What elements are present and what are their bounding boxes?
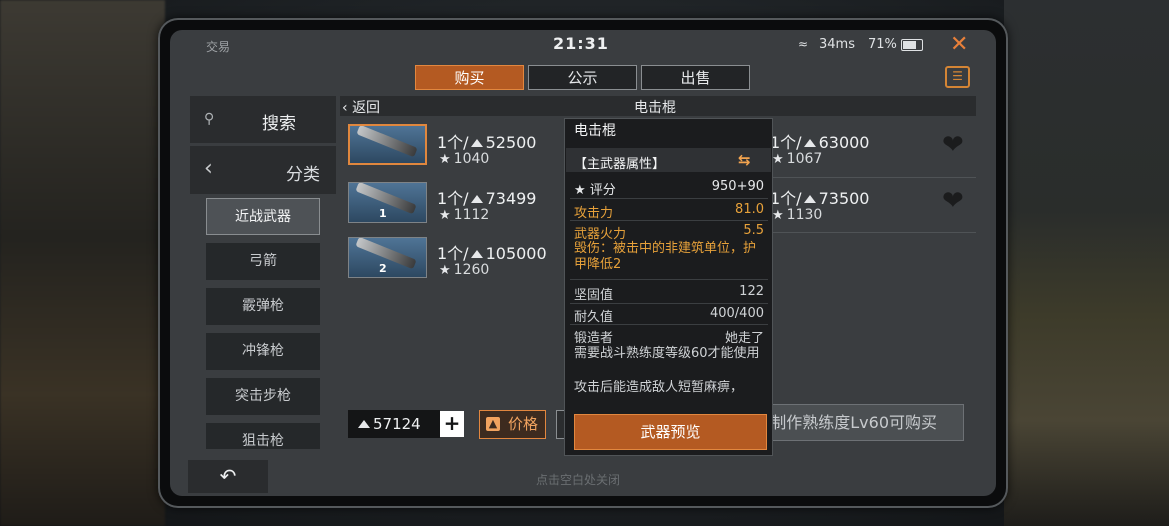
listing-item[interactable]: 1个/52500 ★ 1040 (346, 122, 576, 173)
price-sort-button[interactable]: ▲ 价格 (479, 410, 546, 439)
weapon-thumbnail (348, 124, 427, 165)
listing-item[interactable]: 1个/73500 ★ 1130 ❤ (770, 178, 980, 229)
listing-price: 1个/73499 (437, 189, 537, 208)
score-icon: ★ (439, 152, 451, 167)
clock: 21:31 (553, 34, 609, 53)
search-icon: ⚲ (204, 111, 215, 127)
category-shotgun[interactable]: 霰弹枪 (206, 288, 320, 325)
category-bow[interactable]: 弓箭 (206, 243, 320, 280)
tooltip-effect: 攻击后能造成敌人短暂麻痹， (574, 380, 744, 395)
back-link[interactable]: ‹ 返回 (342, 97, 380, 117)
weapon-preview-button[interactable]: 武器预览 (574, 414, 767, 450)
close-hint: 点击空白处关闭 (536, 473, 621, 487)
return-button[interactable]: ↶ (188, 460, 268, 493)
tooltip-section-label: 【主武器属性】 (574, 157, 666, 172)
category-melee[interactable]: 近战武器 (206, 198, 320, 235)
add-funds-button[interactable]: + (440, 411, 464, 437)
notebook-icon[interactable]: ☰ (945, 66, 970, 88)
currency-icon (470, 195, 483, 203)
tab-announcement[interactable]: 公示 (528, 65, 637, 90)
divider (570, 279, 768, 280)
battery-icon (901, 39, 923, 51)
category-label: 分类 (286, 165, 320, 185)
enhance-level: 2 (379, 262, 387, 275)
tooltip-title: 电击棍 (574, 123, 616, 139)
listing-item[interactable]: 1个/63000 ★ 1067 ❤ (770, 122, 980, 173)
tooltip-damage-text: 毁伤：被击中的非建筑单位，护甲降低2 (574, 241, 757, 272)
category-smg[interactable]: 冲锋枪 (206, 333, 320, 370)
chevron-left-icon: ‹ (204, 156, 213, 181)
tab-sell[interactable]: 出售 (641, 65, 750, 90)
wifi-icon: ≈ (798, 37, 809, 51)
page-title: 电击棍 (634, 100, 676, 116)
ping-text: 34ms (819, 37, 855, 52)
currency-icon (803, 195, 816, 203)
category-sniper[interactable]: 狙击枪 (206, 423, 320, 449)
score-icon: ★ (772, 208, 784, 223)
weapon-thumbnail: 2 (348, 237, 427, 278)
background-right (1004, 0, 1169, 526)
funds-display: 57124 (348, 410, 440, 438)
score-icon: ★ (439, 263, 451, 278)
listing-score: ★ 1130 (772, 207, 823, 223)
listing-price: 1个/105000 (437, 244, 547, 263)
listing-score: ★ 1067 (772, 151, 823, 167)
currency-icon (803, 139, 816, 147)
arrow-up-icon: ▲ (486, 417, 500, 431)
divider (570, 198, 768, 199)
tab-buy[interactable]: 购买 (415, 65, 524, 90)
divider (770, 232, 976, 233)
category-assault-rifle[interactable]: 突击步枪 (206, 378, 320, 415)
favorite-icon[interactable]: ❤ (942, 186, 964, 216)
listing-price: 1个/52500 (437, 133, 537, 152)
enhance-level: 1 (379, 207, 387, 220)
currency-icon (358, 420, 370, 428)
buy-button: 制作熟练度Lv60可购买 (762, 404, 964, 441)
trade-screen: 交易 21:31 ≈ 34ms 71% ✕ 购买 公示 出售 ☰ ⚲ 搜索 ‹ … (170, 30, 996, 496)
close-icon[interactable]: ✕ (950, 32, 968, 57)
swap-icon[interactable]: ⇆ (738, 151, 751, 169)
divider (570, 220, 768, 221)
listing-score: ★ 1260 (439, 262, 490, 278)
battery-percent: 71% (868, 37, 897, 52)
divider (570, 324, 768, 325)
back-link-label: 返回 (352, 100, 381, 116)
listing-score: ★ 1112 (439, 207, 490, 223)
score-icon: ★ (439, 208, 451, 223)
currency-icon (470, 250, 483, 258)
score-icon: ★ (772, 152, 784, 167)
app-label: 交易 (206, 40, 231, 54)
listing-price: 1个/73500 (770, 189, 870, 208)
currency-icon (470, 139, 483, 147)
favorite-icon[interactable]: ❤ (942, 130, 964, 160)
divider (570, 303, 768, 304)
listing-score: ★ 1040 (439, 151, 490, 167)
score-icon: ★ (574, 183, 586, 198)
listing-item[interactable]: 1 1个/73499 ★ 1112 (346, 178, 576, 229)
background-left (0, 0, 165, 526)
weapon-thumbnail: 1 (348, 182, 427, 223)
tooltip-requirement: 需要战斗熟练度等级60才能使用 (574, 346, 760, 361)
search-label: 搜索 (262, 114, 296, 134)
listing-price: 1个/63000 (770, 133, 870, 152)
listing-item[interactable]: 2 1个/105000 ★ 1260 (346, 233, 576, 284)
